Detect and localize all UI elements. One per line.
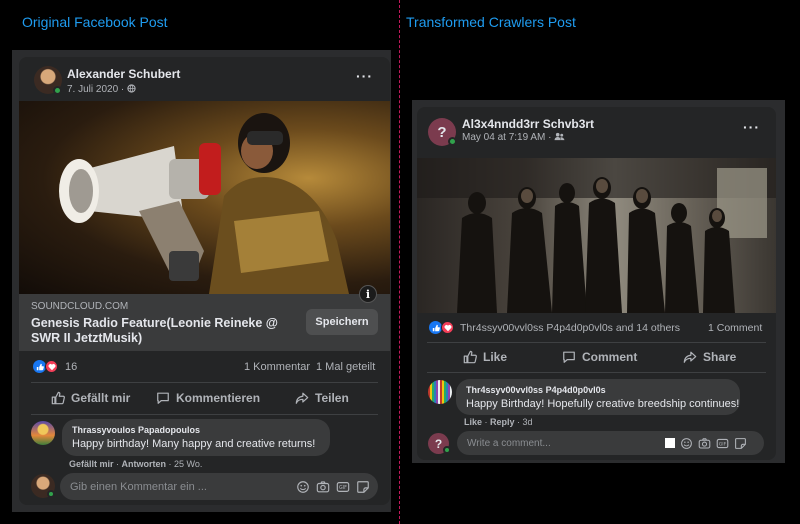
comment-input[interactable] [70, 473, 270, 500]
link-title: Genesis Radio Feature(Leonie Reineke @ S… [31, 316, 278, 345]
section-divider [399, 0, 400, 524]
post-author-name[interactable]: Alexander Schubert [67, 67, 180, 81]
group-photo-art [417, 158, 776, 313]
more-options-icon[interactable]: ··· [356, 68, 373, 84]
camera-icon[interactable] [316, 480, 330, 494]
divider-top [31, 382, 378, 383]
post-author-name[interactable]: Al3x4nndd3rr Schvb3rt [462, 117, 594, 131]
divider-bottom [427, 372, 766, 373]
emoji-icon[interactable] [296, 480, 310, 494]
transformed-section-title: Transformed Crawlers Post [406, 14, 576, 30]
current-user-online-dot [47, 490, 55, 498]
comment-reply-link[interactable]: Reply [490, 417, 515, 427]
comment-bubble: Thrassyvoulos Papadopoulos Happy birthda… [62, 419, 330, 456]
like-button[interactable]: Gefällt mir [51, 391, 130, 405]
input-icons: GIF [296, 473, 370, 500]
share-label: Share [703, 350, 737, 364]
post-date-text: May 04 at 7:19 AM · [462, 132, 552, 143]
globe-icon [127, 84, 136, 93]
comment-bubble-icon [563, 351, 575, 363]
input-icons: GIF [665, 431, 747, 455]
original-section-title: Original Facebook Post [22, 14, 168, 30]
commenter-avatar[interactable] [31, 421, 55, 445]
divider-bottom [31, 414, 378, 415]
link-domain: SOUNDCLOUD.COM [31, 301, 129, 312]
share-button[interactable]: Teilen [295, 391, 349, 405]
link-preview[interactable]: SOUNDCLOUD.COM Genesis Radio Feature(Leo… [19, 294, 390, 351]
comment-like-link[interactable]: Gefällt mir [69, 459, 114, 469]
comment-text: Happy birthday! Many happy and creative … [72, 438, 316, 450]
comment-time[interactable]: 3d [523, 417, 533, 427]
comment-button[interactable]: Kommentieren [156, 391, 260, 405]
divider-top [427, 342, 766, 343]
reactions-count[interactable]: 16 [65, 361, 77, 373]
reactions-summary[interactable]: Thr4ssyv00vvl0ss P4p4d0p0vl0s and 14 oth… [460, 322, 680, 334]
comment-bubble-icon [157, 392, 169, 404]
comment-label: Kommentieren [176, 391, 261, 405]
gif-icon[interactable]: GIF [716, 437, 729, 450]
online-status-dot [53, 86, 62, 95]
love-reaction-icon [45, 360, 58, 373]
comment-time[interactable]: 25 Wo. [174, 459, 202, 469]
comment-reply-link[interactable]: Antworten [122, 459, 167, 469]
emoji-icon[interactable] [680, 437, 693, 450]
save-button[interactable]: Speichern [306, 309, 378, 335]
thumbs-up-icon [51, 391, 65, 405]
post-image-group-photo[interactable] [417, 158, 776, 313]
comment-button[interactable]: Comment [562, 350, 637, 364]
more-options-icon[interactable]: ··· [743, 119, 760, 135]
avatar-question-mark: ? [434, 436, 443, 451]
original-post-card: Alexander Schubert 7. Juli 2020 · ··· SO [19, 57, 390, 505]
post-image-megaphone[interactable] [19, 101, 390, 294]
thumbs-up-icon [463, 350, 477, 364]
info-icon[interactable]: i [359, 285, 377, 303]
share-button[interactable]: Share [683, 350, 736, 364]
love-reaction-icon [441, 321, 454, 334]
like-button[interactable]: Like [463, 350, 507, 364]
comment-actions: Like · Reply · 3d [464, 417, 533, 427]
avatar-question-mark: ? [437, 123, 447, 141]
comment-input[interactable] [467, 431, 647, 455]
camera-icon[interactable] [698, 437, 711, 450]
comment-text: Happy Birthday! Hopefully creative breed… [466, 398, 740, 410]
current-user-online-dot [443, 446, 451, 454]
friends-icon [554, 132, 565, 141]
comments-count[interactable]: 1 Comment [708, 322, 762, 334]
post-date: 7. Juli 2020 · [67, 84, 136, 95]
comments-count[interactable]: 1 Kommentar [244, 361, 310, 373]
sticker-icon[interactable] [734, 437, 747, 450]
comment-input-box[interactable]: GIF [457, 431, 764, 455]
share-label: Teilen [315, 391, 349, 405]
comment-author[interactable]: Thr4ssyv00vvl0ss P4p4d0p0vl0s [466, 385, 730, 395]
comment-actions: Gefällt mir · Antworten · 25 Wo. [69, 459, 203, 469]
online-status-dot [448, 137, 457, 146]
svg-text:GIF: GIF [339, 485, 347, 491]
transformed-post-card: ? Al3x4nndd3rr Schvb3rt May 04 at 7:19 A… [417, 107, 776, 460]
comment-input-box[interactable]: GIF [60, 473, 378, 500]
shares-count[interactable]: 1 Mal geteilt [316, 361, 375, 373]
like-label: Like [483, 350, 508, 364]
sticker-icon[interactable] [356, 480, 370, 494]
post-date-text: 7. Juli 2020 · [67, 84, 125, 95]
comment-bubble: Thr4ssyv00vvl0ss P4p4d0p0vl0s Happy Birt… [456, 379, 740, 415]
text-cursor-block [665, 438, 675, 448]
megaphone-photo-art [59, 113, 349, 294]
share-arrow-icon [295, 392, 309, 404]
commenter-avatar[interactable] [428, 380, 452, 404]
comment-author[interactable]: Thrassyvoulos Papadopoulos [72, 425, 320, 435]
comment-like-link[interactable]: Like [464, 417, 482, 427]
share-arrow-icon [683, 351, 697, 363]
like-label: Gefällt mir [71, 391, 131, 405]
gif-icon[interactable]: GIF [336, 480, 350, 494]
svg-text:GIF: GIF [719, 441, 727, 447]
comment-label: Comment [582, 350, 638, 364]
post-date: May 04 at 7:19 AM · [462, 132, 565, 143]
